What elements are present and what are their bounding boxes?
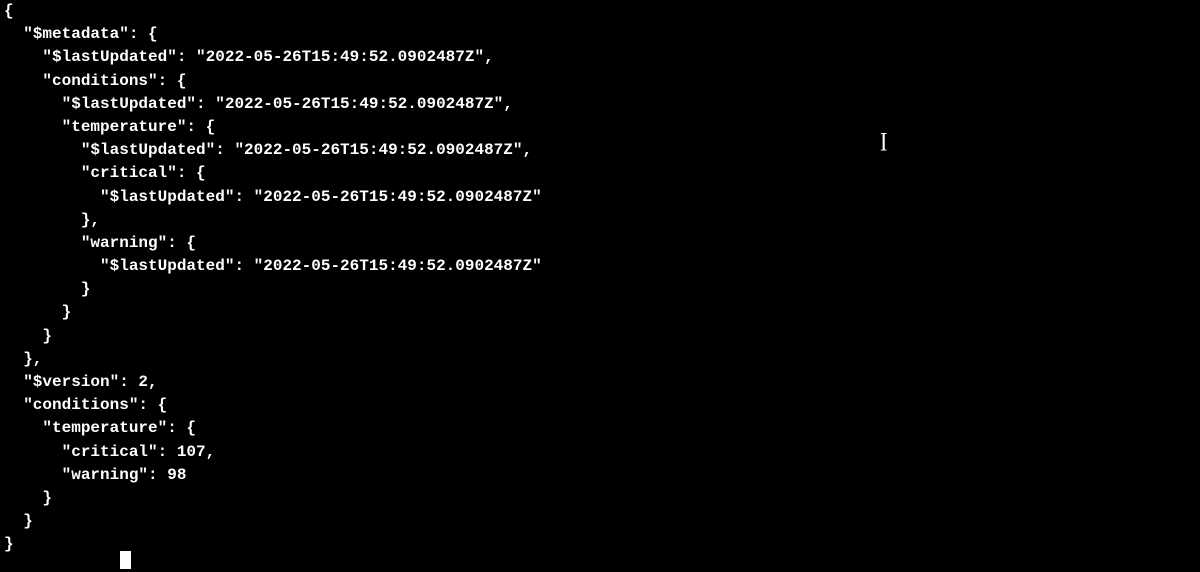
code-line: "$lastUpdated": "2022-05-26T15:49:52.090… — [4, 95, 513, 113]
code-line: "conditions": { — [4, 396, 167, 414]
code-line: "$lastUpdated": "2022-05-26T15:49:52.090… — [4, 257, 542, 275]
code-line: "$version": 2, — [4, 373, 158, 391]
code-line: "$lastUpdated": "2022-05-26T15:49:52.090… — [4, 188, 542, 206]
code-line: "$metadata": { — [4, 25, 158, 43]
terminal-cursor-icon — [120, 551, 131, 569]
code-line: "warning": { — [4, 234, 196, 252]
code-line: } — [4, 280, 90, 298]
code-line: "temperature": { — [4, 118, 215, 136]
code-line: } — [4, 512, 33, 530]
code-line: "conditions": { — [4, 72, 186, 90]
code-line: } — [4, 303, 71, 321]
code-line: "warning": 98 — [4, 466, 186, 484]
code-line: { — [4, 2, 14, 20]
code-line: "critical": 107, — [4, 443, 215, 461]
json-output[interactable]: { "$metadata": { "$lastUpdated": "2022-0… — [4, 0, 1200, 557]
text-caret-icon: I — [880, 123, 887, 161]
code-line: } — [4, 535, 14, 553]
code-line: "temperature": { — [4, 419, 196, 437]
code-line: "$lastUpdated": "2022-05-26T15:49:52.090… — [4, 141, 532, 159]
code-line: } — [4, 327, 52, 345]
code-line: }, — [4, 211, 100, 229]
code-line: "critical": { — [4, 164, 206, 182]
code-line: } — [4, 489, 52, 507]
code-line: }, — [4, 350, 42, 368]
code-line: "$lastUpdated": "2022-05-26T15:49:52.090… — [4, 48, 494, 66]
